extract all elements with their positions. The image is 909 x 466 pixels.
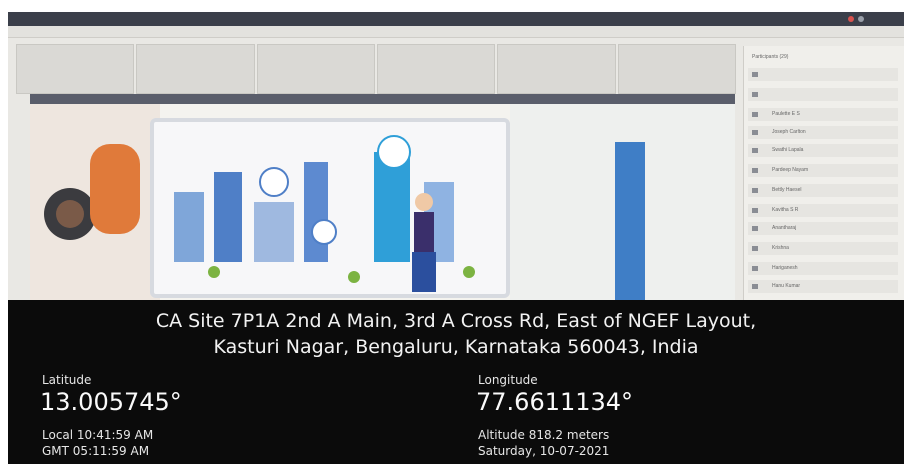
coffee-cup-icon: [44, 144, 140, 240]
participant-row[interactable]: [748, 88, 898, 101]
avatar-icon: [752, 92, 758, 97]
address-line-1: CA Site 7P1A 2nd A Main, 3rd A Cross Rd,…: [155, 310, 757, 332]
avatar-icon: [752, 208, 758, 213]
minimize-icon[interactable]: [858, 16, 864, 22]
gmt-time: GMT 05:11:59 AM: [42, 444, 150, 458]
avatar-icon: [752, 112, 758, 117]
toolbar-button[interactable]: [497, 44, 616, 94]
participant-row[interactable]: Krishna: [748, 242, 898, 255]
toolbar-button[interactable]: [136, 44, 255, 94]
avatar-icon: [752, 168, 758, 173]
address-block: CA Site 7P1A 2nd A Main, 3rd A Cross Rd,…: [8, 308, 904, 360]
shared-slide: [30, 94, 735, 300]
avatar-icon: [752, 266, 758, 271]
avatar-icon: [752, 130, 758, 135]
participant-row[interactable]: Anantharaj: [748, 222, 898, 235]
participant-row[interactable]: Joseph Carlton: [748, 126, 898, 139]
avatar-icon: [752, 246, 758, 251]
participant-row[interactable]: Paulette E S: [748, 108, 898, 121]
slide-header-bar: [30, 94, 735, 104]
smart-city-illustration: [174, 135, 475, 292]
participant-row[interactable]: Pardeep Nayam: [748, 164, 898, 177]
toolbar-button[interactable]: [617, 44, 736, 94]
toolbar-button[interactable]: [376, 44, 496, 94]
toolbar-button[interactable]: [256, 44, 375, 94]
longitude-value: 77.6611134°: [476, 388, 634, 416]
longitude-label: Longitude: [478, 373, 538, 387]
slide-accent-bar: [615, 142, 645, 300]
slide-left-image: [30, 104, 160, 300]
latitude-label: Latitude: [42, 373, 92, 387]
meeting-toolbar: [16, 44, 736, 94]
window-controls[interactable]: [848, 16, 864, 22]
avatar-icon: [752, 188, 758, 193]
toolbar-button[interactable]: [16, 44, 135, 94]
participant-row[interactable]: Kavitha S R: [748, 204, 898, 217]
participant-row[interactable]: Bettly Haesel: [748, 184, 898, 197]
tablet-illustration: [150, 118, 510, 298]
avatar-icon: [752, 284, 758, 289]
avatar-icon: [752, 72, 758, 77]
close-icon[interactable]: [848, 16, 854, 22]
photo: Participants (29) Paulette E S Joseph Ca…: [0, 0, 909, 466]
geotag-overlay: CA Site 7P1A 2nd A Main, 3rd A Cross Rd,…: [8, 300, 904, 464]
avatar-icon: [752, 148, 758, 153]
window-titlebar: [8, 12, 904, 26]
participant-row[interactable]: Swathi Lapala: [748, 144, 898, 157]
address-line-2: Kasturi Nagar, Bengaluru, Karnataka 5600…: [213, 336, 699, 358]
participant-row[interactable]: Hariganesh: [748, 262, 898, 275]
participants-panel: Participants (29) Paulette E S Joseph Ca…: [743, 46, 904, 300]
date: Saturday, 10-07-2021: [478, 444, 610, 458]
avatar-icon: [752, 226, 758, 231]
latitude-value: 13.005745°: [40, 388, 182, 416]
monitor-screen: Participants (29) Paulette E S Joseph Ca…: [8, 12, 904, 300]
altitude: Altitude 818.2 meters: [478, 428, 610, 442]
participant-row[interactable]: Hanu Kumar: [748, 280, 898, 293]
menu-bar: [8, 26, 904, 38]
local-time: Local 10:41:59 AM: [42, 428, 154, 442]
participant-row[interactable]: [748, 68, 898, 81]
participants-header: Participants (29): [752, 54, 789, 60]
